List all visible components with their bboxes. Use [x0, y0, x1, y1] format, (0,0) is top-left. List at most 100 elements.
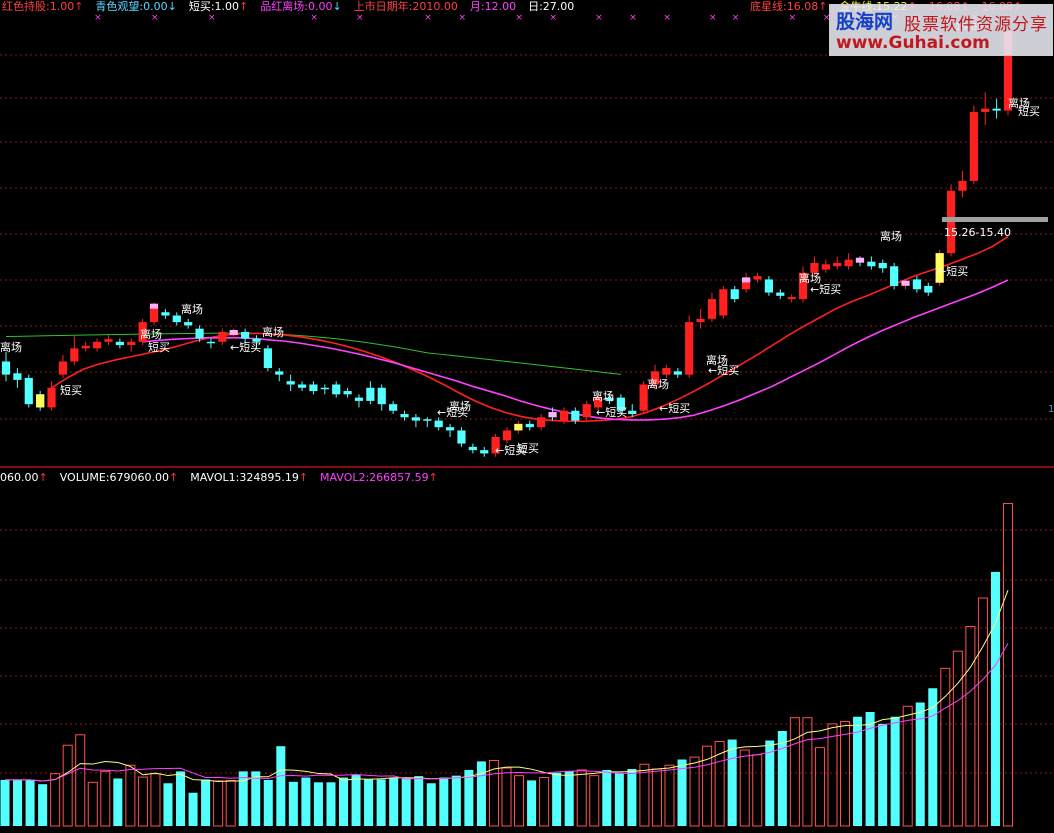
volume-indicator-item: MAVOL2:266857.59↑ [320, 471, 438, 484]
candle [1, 361, 11, 375]
candle [992, 108, 1001, 111]
volume-bar [464, 769, 474, 826]
signal-buy-label: ←短买 [708, 363, 739, 377]
candle [275, 371, 284, 375]
signal-buy-label: ←短买 [659, 401, 690, 415]
volume-bar [651, 768, 662, 827]
indicator-item: 红色持股:1.00↑ [2, 0, 83, 13]
volume-bar [627, 769, 637, 826]
volume-bar [326, 782, 336, 826]
volume-bar [564, 770, 574, 826]
volume-bar [1002, 502, 1014, 827]
candle [787, 297, 796, 300]
volume-bar [176, 771, 186, 826]
indicator-label: 月:12.00 [469, 0, 517, 13]
range-band [942, 217, 1048, 222]
volume-bar [364, 779, 374, 826]
candle [400, 414, 409, 418]
candle [673, 371, 682, 375]
candle [468, 446, 477, 451]
candle [480, 450, 489, 454]
signal-exit-label: 离场 [592, 389, 614, 403]
candle [890, 266, 899, 286]
candle [161, 312, 170, 316]
volume-bar [75, 734, 86, 827]
signal-buy-label: ←短买 [937, 264, 968, 278]
candle [445, 427, 455, 431]
signal-buy-label: ←短买 [810, 282, 841, 296]
candle [719, 289, 728, 316]
indicator-item: 青色观望:0.00↓ [95, 0, 176, 13]
candle [423, 419, 432, 421]
volume-bar [376, 779, 386, 826]
highlight-candle [548, 412, 557, 418]
highlight-candle [855, 257, 865, 263]
candle [571, 410, 580, 421]
volume-bar [777, 731, 787, 826]
candle [696, 318, 705, 323]
volume-bar [401, 777, 411, 826]
volume-bar [13, 779, 23, 826]
indicator-item: 品红离场:0.00↓ [260, 0, 341, 13]
volume-bar [451, 775, 461, 826]
candle [707, 299, 717, 319]
candle [662, 368, 671, 375]
candle [115, 341, 124, 346]
ma-magenta-line [142, 279, 1009, 421]
indicator-extra-item: 底星线:16.08↑ [750, 0, 827, 13]
volume-bar [752, 754, 763, 827]
volume-bar [251, 771, 261, 826]
volume-bar [677, 759, 687, 826]
candle [776, 292, 785, 296]
candle [958, 180, 967, 191]
candle [878, 262, 887, 269]
signal-buy-label: ←短买 [596, 405, 627, 419]
volume-indicator-item: 060.00↑ [0, 471, 48, 484]
arrow-icon: ↑ [428, 471, 438, 484]
candle [502, 430, 512, 441]
candle [582, 404, 591, 418]
candle [537, 417, 546, 428]
candle [434, 420, 443, 428]
signal-buy-label: 短买 [1018, 104, 1040, 118]
volume-bar [552, 772, 562, 826]
volume-bar [977, 597, 988, 827]
volume-bar [213, 780, 224, 827]
stock-chart-window: 离场 短买 离场 短买 离场 ←短买 离场 ←短买 离场 ←短买 短买 离场 ←短买 离场 ←短买 离场 ←短买… [0, 0, 1054, 829]
indicator-label: 青色观望:0.00 [95, 0, 168, 13]
kline-chart[interactable]: 离场短买离场短买离场←短买离场←短买离场←短买短买离场←短买离场←短买离场←短买… [0, 0, 1054, 829]
candle [70, 348, 79, 362]
candle [13, 373, 22, 380]
volume-bar [589, 775, 600, 827]
candle [332, 384, 341, 395]
volume-indicator-label: 060.00 [0, 471, 39, 484]
scroll-marker[interactable]: 1 [1048, 404, 1054, 418]
volume-bar [727, 739, 737, 826]
tick-mark: × [208, 13, 216, 23]
tick-mark: × [151, 13, 159, 23]
highlight-candle [229, 329, 238, 335]
volume-bar [62, 744, 73, 827]
candle [320, 387, 329, 390]
volume-bar [639, 763, 650, 827]
tick-mark: × [789, 13, 797, 23]
tick-mark: × [310, 13, 318, 23]
volume-bar [137, 776, 148, 827]
volume-bar [814, 747, 825, 827]
candle [377, 387, 386, 405]
volume-bar [527, 780, 537, 826]
arrow-icon: ↑ [239, 0, 249, 13]
signal-exit-label: 离场 [647, 377, 669, 391]
volume-bar [827, 723, 838, 827]
volume-bar [38, 784, 48, 826]
volume-bar [414, 776, 424, 826]
candle [218, 331, 227, 342]
candle [343, 391, 352, 395]
signal-buy-label: 短买 [148, 340, 170, 354]
candle [730, 289, 739, 300]
arrow-icon: ↑ [298, 471, 309, 484]
volume-bar [439, 777, 449, 826]
volume-bar [576, 769, 587, 827]
tick-mark: × [515, 13, 523, 23]
signal-buy-label: ←短买 [230, 340, 261, 354]
